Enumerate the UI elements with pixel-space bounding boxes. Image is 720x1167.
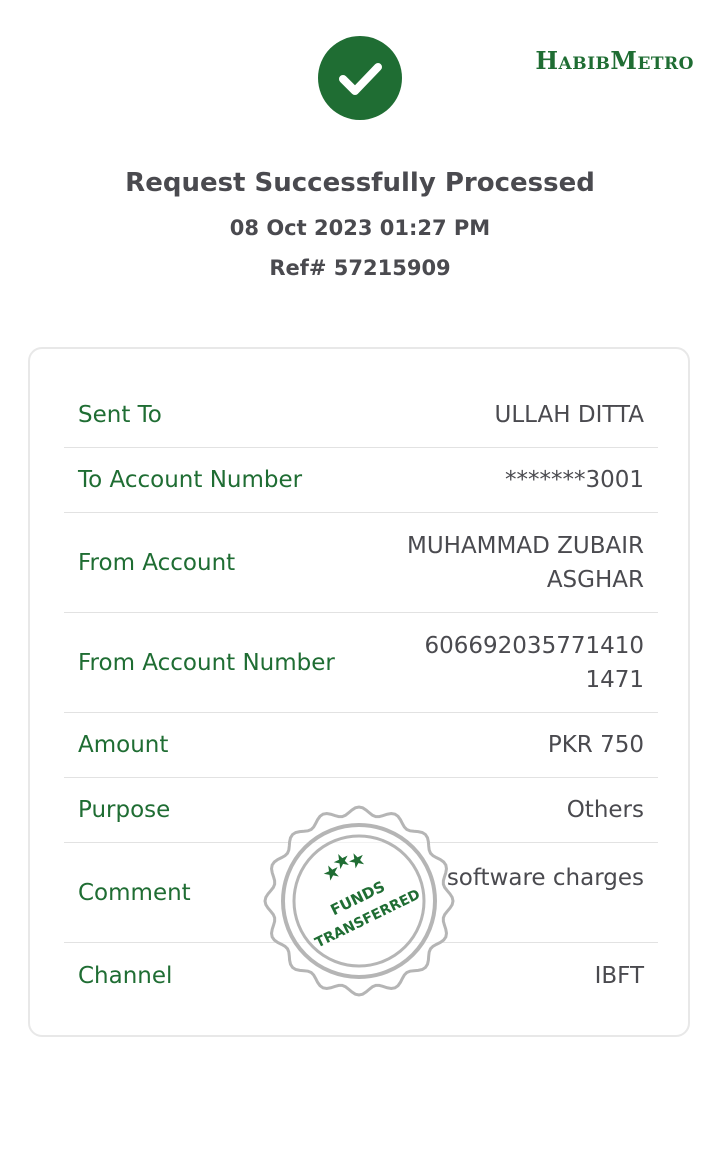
success-check-icon xyxy=(318,36,402,120)
detail-label: From Account xyxy=(78,549,236,576)
detail-row-from-account-number: From Account Number 6066920357714101471 xyxy=(64,613,658,713)
funds-transferred-stamp: ★ ★ ★ FUNDS TRANSFERRED xyxy=(262,804,456,998)
habibmetro-logo: HabibMetro xyxy=(535,46,694,75)
reference-number: Ref# 57215909 xyxy=(269,256,451,280)
detail-label: Purpose xyxy=(78,797,171,823)
detail-row-amount: Amount PKR 750 xyxy=(64,713,658,778)
detail-label: From Account Number xyxy=(78,649,335,676)
transaction-datetime: 08 Oct 2023 01:27 PM xyxy=(229,216,491,240)
detail-label: Channel xyxy=(78,962,173,989)
detail-value: IBFT xyxy=(594,962,644,989)
detail-value: 6066920357714101471 xyxy=(424,632,645,693)
detail-label: To Account Number xyxy=(78,467,303,493)
detail-label: Comment xyxy=(78,879,191,906)
detail-value: *******3001 xyxy=(504,467,644,493)
detail-value: Others xyxy=(566,797,644,823)
detail-value: PKR 750 xyxy=(547,732,644,758)
detail-label: Sent To xyxy=(78,402,162,428)
detail-value: MUHAMMAD ZUBAIR ASGHAR xyxy=(406,532,644,593)
detail-value: software charges xyxy=(446,865,644,891)
detail-row-sent-to: Sent To ULLAH DITTA xyxy=(64,383,658,448)
status-title: Request Successfully Processed xyxy=(125,168,595,198)
detail-label: Amount xyxy=(78,732,169,758)
detail-row-to-account-number: To Account Number *******3001 xyxy=(64,448,658,513)
detail-row-from-account: From Account MUHAMMAD ZUBAIR ASGHAR xyxy=(64,513,658,613)
detail-value: ULLAH DITTA xyxy=(494,402,644,428)
